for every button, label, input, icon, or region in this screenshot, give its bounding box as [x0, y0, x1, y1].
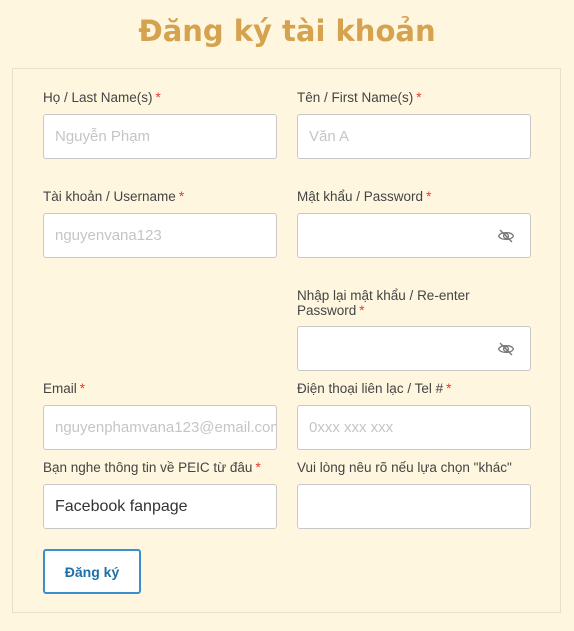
eye-slash-icon[interactable]: [496, 227, 516, 245]
source-other-input[interactable]: [297, 484, 531, 529]
required-marker: *: [79, 381, 86, 396]
source-select[interactable]: Facebook fanpage: [43, 484, 277, 529]
source-other-label: Vui lòng nêu rõ nếu lựa chọn "khác": [297, 460, 512, 475]
last-name-label: Họ / Last Name(s) *: [43, 90, 161, 105]
password-input[interactable]: [297, 213, 531, 258]
first-name-input[interactable]: Văn A: [297, 114, 531, 159]
required-marker: *: [155, 90, 161, 105]
username-label: Tài khoản / Username *: [43, 189, 185, 204]
register-button[interactable]: Đăng ký: [43, 549, 141, 594]
password-confirm-label: Nhập lại mật khẩu / Re-enter Password *: [297, 288, 470, 318]
phone-placeholder: 0xxx xxx xxx: [309, 419, 394, 436]
source-selected-value: Facebook fanpage: [55, 497, 188, 515]
required-marker: *: [178, 189, 185, 204]
eye-slash-icon[interactable]: [496, 340, 516, 358]
phone-label: Điện thoại liên lạc / Tel # *: [297, 381, 452, 396]
required-marker: *: [416, 90, 422, 105]
password-label: Mật khẩu / Password *: [297, 189, 432, 204]
username-input[interactable]: nguyenvana123: [43, 213, 277, 258]
required-marker: *: [359, 303, 365, 318]
first-name-placeholder: Văn A: [309, 128, 350, 145]
last-name-input[interactable]: Nguyễn Phạm: [43, 114, 277, 159]
required-marker: *: [255, 460, 261, 475]
last-name-placeholder: Nguyễn Phạm: [55, 128, 151, 145]
email-label: Email *: [43, 381, 86, 396]
password-confirm-input[interactable]: [297, 326, 531, 371]
phone-input[interactable]: 0xxx xxx xxx: [297, 405, 531, 450]
page-title: Đăng ký tài khoản: [138, 14, 436, 48]
first-name-label: Tên / First Name(s) *: [297, 90, 422, 105]
email-input[interactable]: nguyenphamvana123@email.com: [43, 405, 277, 450]
source-label: Bạn nghe thông tin về PEIC từ đâu *: [43, 460, 261, 475]
username-placeholder: nguyenvana123: [55, 227, 162, 244]
required-marker: *: [426, 189, 432, 204]
email-placeholder: nguyenphamvana123@email.com: [55, 419, 277, 436]
required-marker: *: [446, 381, 452, 396]
